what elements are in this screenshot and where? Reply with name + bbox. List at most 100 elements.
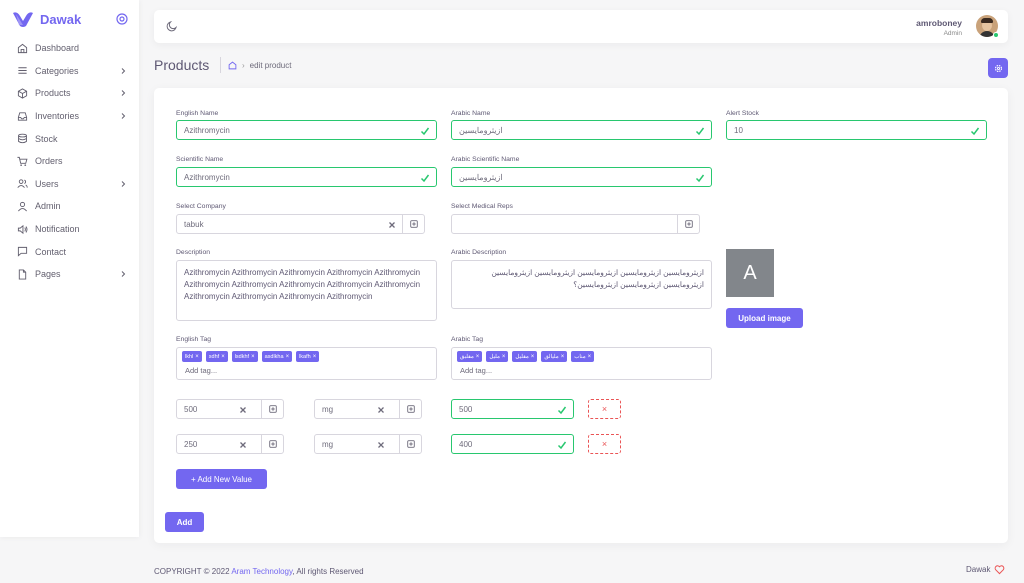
file-icon: [18, 269, 27, 280]
sidebar-item-users[interactable]: Users: [0, 173, 139, 196]
brand[interactable]: Dawak: [12, 11, 81, 27]
unit-add-button[interactable]: [399, 400, 421, 418]
sidebar-item-categories[interactable]: Categories: [0, 60, 139, 83]
sidebar-item-pages[interactable]: Pages: [0, 263, 139, 286]
english-name-input[interactable]: Azithromycin: [176, 120, 437, 140]
sidebar-item-admin[interactable]: Admin: [0, 195, 139, 218]
unit-add-button[interactable]: [399, 435, 421, 453]
product-form-card: English Name Azithromycin Arabic Name از…: [154, 88, 1008, 543]
top-navbar: amroboney Admin: [154, 10, 1008, 43]
close-icon: ×: [251, 353, 255, 360]
add-new-value-button[interactable]: + Add New Value: [176, 469, 267, 489]
home-icon[interactable]: [228, 61, 237, 70]
sidebar-item-notification[interactable]: Notification: [0, 218, 139, 241]
breadcrumb-separator: ›: [242, 61, 245, 70]
close-icon: ×: [312, 353, 317, 360]
sidebar-item-orders[interactable]: Orders: [0, 150, 139, 173]
inbox-icon: [17, 111, 28, 121]
sidebar-item-label: Admin: [35, 201, 61, 212]
tag-chip[interactable]: مناب ×: [571, 351, 595, 362]
arabic-tag-input[interactable]: مقلبق × مليل × مقليل × مليالق × مناب × Add ta…: [451, 347, 712, 380]
medical-reps-add-button[interactable]: [677, 215, 699, 233]
moon-icon[interactable]: [166, 20, 178, 32]
tag-chip[interactable]: asdlkha ×: [261, 351, 293, 362]
remove-value-button[interactable]: ×: [588, 399, 621, 419]
database-icon: [18, 133, 27, 144]
sidebar-item-dashboard[interactable]: Dashboard: [0, 37, 139, 60]
upload-image-button[interactable]: Upload image: [726, 308, 803, 328]
plus-square-icon: [406, 440, 415, 448]
user-info[interactable]: amroboney Admin: [916, 18, 962, 37]
sidebar-item-inventories[interactable]: Inventories: [0, 105, 139, 128]
tag-chip[interactable]: مليالق ×: [541, 351, 568, 362]
chevron-right-icon: [121, 271, 126, 277]
chevron-right-icon: [121, 90, 126, 97]
scientific-name-input[interactable]: Azithromycin: [176, 167, 437, 187]
tag-chip[interactable]: مليل ×: [486, 351, 509, 362]
tag-chip[interactable]: lsdkhf ×: [231, 351, 258, 362]
english-tag-placeholder: Add tag...: [185, 366, 218, 375]
close-icon[interactable]: [239, 441, 247, 449]
sidebar-item-products[interactable]: Products: [0, 82, 139, 105]
plus-square-icon: [684, 220, 693, 228]
chevron-right-icon: [121, 67, 126, 74]
remove-value-button[interactable]: ×: [588, 434, 621, 454]
add-submit-button[interactable]: Add: [165, 512, 204, 532]
sidebar-item-contact[interactable]: Contact: [0, 240, 139, 263]
footer-company-link[interactable]: Aram Technology: [231, 567, 292, 576]
gear-icon: [994, 64, 1002, 72]
chevron-right-icon: [121, 112, 126, 119]
sidebar-item-label: Pages: [35, 269, 61, 280]
sidebar-toggle-icon[interactable]: [116, 13, 128, 25]
scientific-name-label: Scientific Name: [176, 156, 224, 163]
description-textarea[interactable]: Azithromycin Azithromycin Azithromycin A…: [176, 260, 437, 321]
unit-select[interactable]: mg: [314, 399, 422, 419]
user-icon: [18, 201, 27, 212]
close-icon: ×: [501, 353, 506, 360]
company-label: Select Company: [176, 203, 226, 210]
close-icon: ×: [587, 353, 592, 360]
tag-chip[interactable]: sdhf ×: [205, 351, 228, 362]
close-icon[interactable]: [377, 406, 385, 414]
unit-select[interactable]: mg: [314, 434, 422, 454]
price-input[interactable]: 500: [451, 399, 574, 419]
arabic-scientific-name-input[interactable]: ازيثرومايسين: [451, 167, 712, 187]
users-icon: [17, 179, 28, 189]
sidebar-item-label: Inventories: [35, 111, 80, 122]
plus-square-icon: [409, 220, 418, 228]
close-icon[interactable]: [388, 221, 396, 229]
tag-chip[interactable]: مقليل ×: [512, 351, 538, 362]
message-icon: [17, 247, 28, 257]
close-icon: ×: [560, 353, 565, 360]
quantity-select[interactable]: 500: [176, 399, 284, 419]
alert-stock-input[interactable]: 10: [726, 120, 987, 140]
quantity-add-button[interactable]: [261, 435, 283, 453]
close-icon[interactable]: [239, 406, 247, 414]
sidebar: Dawak Dashboard Categories Products Inve…: [0, 0, 139, 537]
alert-stock-label: Alert Stock: [726, 110, 759, 117]
check-icon: [420, 174, 430, 183]
company-add-button[interactable]: [402, 215, 424, 233]
quantity-add-button[interactable]: [261, 400, 283, 418]
close-icon[interactable]: [377, 441, 385, 449]
tag-chip[interactable]: lkafh ×: [296, 351, 320, 362]
arabic-description-textarea[interactable]: ازيثرومايسين ازيثرومايسين ازيثرومايسين ا…: [451, 260, 712, 309]
close-icon: ×: [601, 439, 608, 449]
settings-button[interactable]: [988, 58, 1008, 78]
company-select[interactable]: tabuk: [176, 214, 425, 234]
home-icon: [17, 43, 28, 53]
breadcrumb: › edit product: [228, 61, 291, 70]
price-input[interactable]: 400: [451, 434, 574, 454]
tag-chip[interactable]: مقلبق ×: [457, 351, 483, 362]
arabic-name-input[interactable]: ازيثرومايسين: [451, 120, 712, 140]
check-icon: [557, 441, 567, 450]
sidebar-item-label: Users: [35, 178, 59, 189]
plus-square-icon: [268, 405, 277, 413]
tag-chip[interactable]: lkhl ×: [182, 351, 202, 362]
english-tag-label: English Tag: [176, 336, 212, 343]
english-tag-input[interactable]: lkhl × sdhf × lsdkhf × asdlkha × lkafh × Add …: [176, 347, 437, 380]
medical-reps-select[interactable]: [451, 214, 700, 234]
quantity-select[interactable]: 250: [176, 434, 284, 454]
sidebar-item-stock[interactable]: Stock: [0, 127, 139, 150]
close-icon: ×: [285, 353, 290, 360]
